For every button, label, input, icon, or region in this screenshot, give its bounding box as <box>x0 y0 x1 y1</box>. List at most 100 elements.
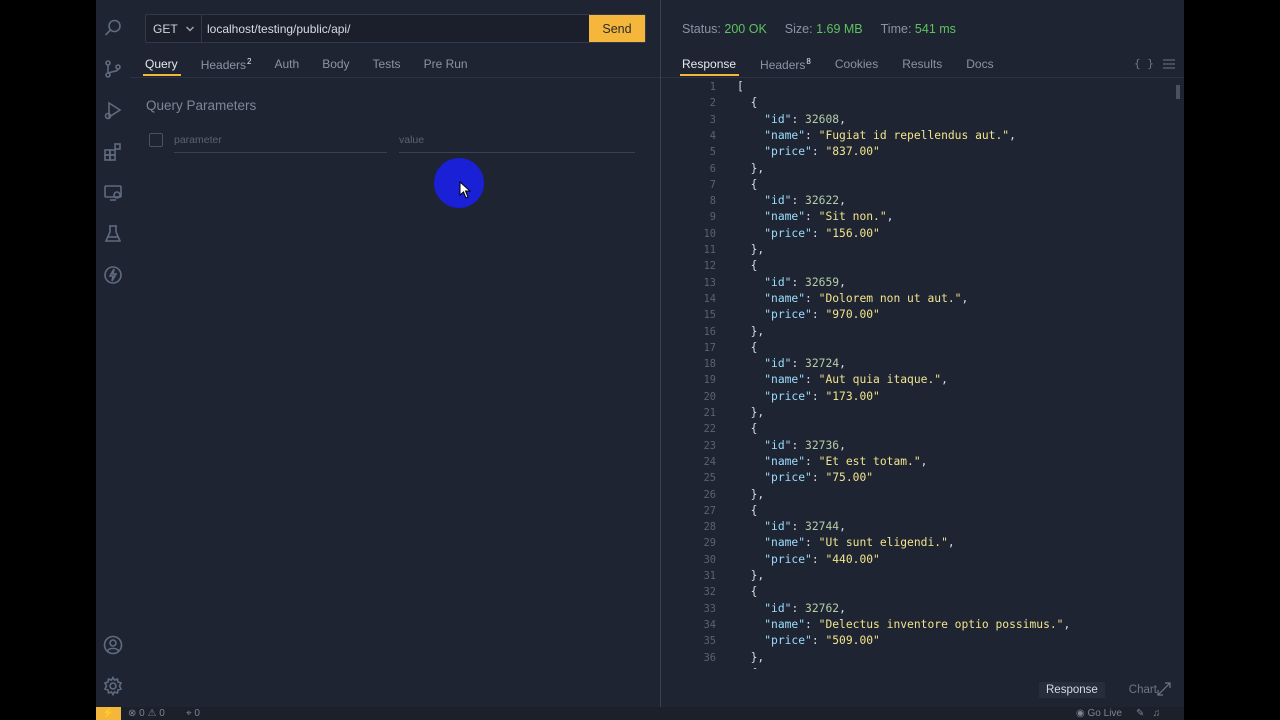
errors-count: 0 <box>139 708 145 719</box>
code-text: "id": 32744, <box>764 520 846 534</box>
resp-tab-results[interactable]: Results <box>902 54 942 78</box>
view-tab-chart[interactable]: Chart <box>1129 682 1157 698</box>
line-number: 2 <box>709 97 716 110</box>
settings-gear-icon[interactable] <box>102 675 124 697</box>
line-number: 3 <box>709 113 716 126</box>
line-number: 33 <box>703 602 716 615</box>
code-line: 7 { <box>661 177 1176 193</box>
code-line: 9 "name": "Sit non.", <box>661 209 1176 225</box>
thunder-client-icon[interactable] <box>102 264 124 286</box>
format-json-icon[interactable]: { } <box>1134 57 1154 70</box>
code-text: { <box>737 422 758 436</box>
menu-icon[interactable] <box>1163 59 1175 69</box>
line-number: 18 <box>703 358 716 371</box>
tab-label: Query <box>145 57 178 71</box>
tab-pre-run[interactable]: Pre Run <box>424 54 468 78</box>
code-text: "price": "75.00" <box>764 471 874 485</box>
method-label: GET <box>153 21 178 36</box>
tabs-divider <box>661 77 1184 78</box>
resp-tab-headers[interactable]: Headers8 <box>760 54 811 78</box>
value-input[interactable]: value <box>399 133 635 153</box>
parameter-input[interactable]: parameter <box>174 133 387 153</box>
tab-headers[interactable]: Headers2 <box>201 54 252 78</box>
extensions-icon[interactable] <box>102 141 124 163</box>
tab-body[interactable]: Body <box>322 54 349 78</box>
line-number: 16 <box>703 325 716 338</box>
resp-tab-docs[interactable]: Docs <box>966 54 993 78</box>
code-text: "price": "970.00" <box>764 308 880 322</box>
code-line: 30 "price": "440.00" <box>661 552 1176 568</box>
run-debug-icon[interactable] <box>102 99 124 121</box>
problems-indicator[interactable]: ⊗ 0 ⚠ 0 <box>128 708 165 719</box>
code-line: 15 "price": "970.00" <box>661 307 1176 323</box>
line-number: 27 <box>703 504 716 517</box>
code-text: "name": "Et est totam.", <box>764 454 928 468</box>
send-button[interactable]: Send <box>589 15 645 42</box>
go-live-label: Go Live <box>1087 708 1122 719</box>
view-tab-response[interactable]: Response <box>1039 682 1105 698</box>
size-label: Size: <box>784 22 813 36</box>
code-line: 8 "id": 32622, <box>661 193 1176 209</box>
code-line: 4 "name": "Fugiat id repellendus aut.", <box>661 128 1176 144</box>
code-line: 26 }, <box>661 487 1176 503</box>
code-text: "name": "Fugiat id repellendus aut.", <box>764 128 1016 142</box>
tab-query[interactable]: Query <box>143 54 181 78</box>
source-control-icon[interactable] <box>102 58 124 80</box>
search-icon[interactable] <box>102 17 124 39</box>
scrollbar[interactable] <box>1176 85 1180 99</box>
expand-icon[interactable] <box>1157 682 1171 696</box>
param-checkbox[interactable] <box>149 133 163 147</box>
status-value: 200 OK <box>724 22 767 36</box>
code-line: 19 "name": "Aut quia itaque.", <box>661 372 1176 388</box>
code-line: 31 }, <box>661 568 1176 584</box>
code-text: "name": "Ut sunt eligendi.", <box>764 536 955 550</box>
line-number: 1 <box>709 81 716 93</box>
line-number: 5 <box>709 146 716 159</box>
code-text: "price": "837.00" <box>764 145 880 159</box>
account-icon[interactable] <box>102 634 124 656</box>
code-text: "name": "Sit non.", <box>764 210 894 224</box>
go-live-button[interactable]: ◉ Go Live <box>1076 708 1122 719</box>
response-tabs: Response Headers8 Cookies Results Docs <box>679 54 1018 78</box>
line-number: 24 <box>703 455 716 468</box>
code-text: "price": "440.00" <box>764 552 880 566</box>
response-body-editor[interactable]: 1[2 {3 "id": 32608, 4 "name": "Fugiat id … <box>661 79 1176 669</box>
tab-label: Tests <box>372 57 401 71</box>
line-number: 20 <box>703 390 716 403</box>
remote-explorer-icon[interactable] <box>102 182 124 204</box>
code-text: }, <box>737 324 765 338</box>
code-line: 28 "id": 32744, <box>661 519 1176 535</box>
resp-tab-response[interactable]: Response <box>679 54 740 78</box>
remote-indicator-icon[interactable]: ⚡ <box>96 707 121 720</box>
line-number: 21 <box>703 407 716 419</box>
response-status-row: Status: 200 OK Size: 1.69 MB Time: 541 m… <box>682 22 974 36</box>
line-number: 8 <box>709 195 716 208</box>
code-text: [ <box>737 80 744 93</box>
time-label: Time: <box>880 22 912 36</box>
tab-tests[interactable]: Tests <box>373 54 401 78</box>
code-line: 32 { <box>661 584 1176 600</box>
code-text: "id": 32762, <box>764 601 846 615</box>
status-label: Status: <box>682 22 721 36</box>
code-text: }, <box>737 569 765 582</box>
code-line: 1[ <box>661 79 1176 95</box>
tab-label: Pre Run <box>423 57 468 71</box>
code-text: { <box>737 503 758 517</box>
line-number: 32 <box>703 586 716 599</box>
code-line: 13 "id": 32659, <box>661 275 1176 291</box>
warnings-count: 0 <box>159 708 165 719</box>
ports-indicator[interactable]: ⌖ 0 <box>186 708 200 719</box>
code-line: 5 "price": "837.00" <box>661 144 1176 160</box>
tab-auth[interactable]: Auth <box>275 54 300 78</box>
code-text: { <box>737 666 758 669</box>
code-line: 37 { <box>661 666 1176 669</box>
code-text: { <box>737 585 758 599</box>
testing-icon[interactable] <box>102 223 124 245</box>
code-text: }, <box>737 650 765 664</box>
line-number: 26 <box>703 488 716 501</box>
code-line: 27 { <box>661 503 1176 519</box>
url-input[interactable] <box>202 15 589 42</box>
notifications-icon[interactable]: ✎ ♫ <box>1136 708 1160 719</box>
resp-tab-cookies[interactable]: Cookies <box>835 54 878 78</box>
method-select[interactable]: GET <box>146 15 202 42</box>
